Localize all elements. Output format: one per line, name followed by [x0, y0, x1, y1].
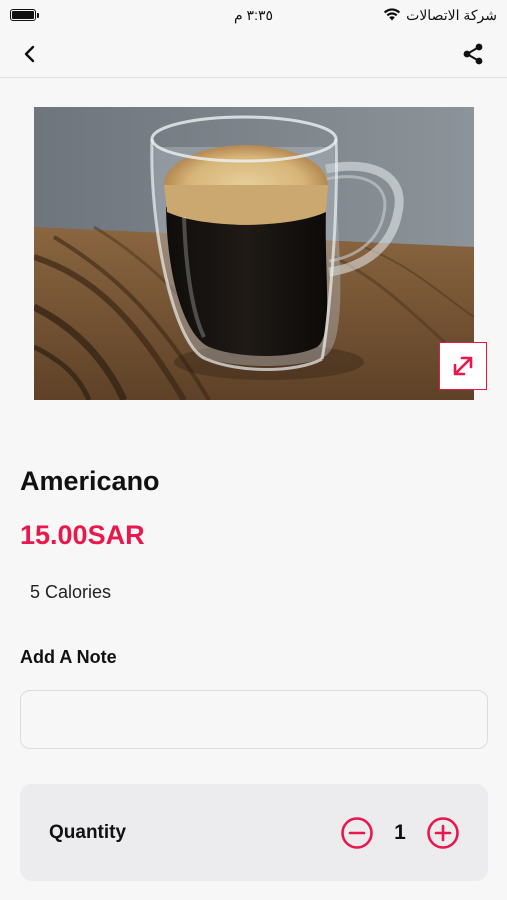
plus-circle-icon: [427, 817, 459, 849]
quantity-decrease-button[interactable]: [340, 816, 374, 850]
wifi-icon: [383, 7, 401, 24]
carrier-info: شركة الاتصالات: [383, 7, 497, 24]
note-label: Add A Note: [20, 647, 117, 667]
battery-indicator: [10, 9, 39, 21]
quantity-card: Quantity 1: [20, 784, 488, 881]
share-button[interactable]: [457, 38, 489, 70]
battery-icon: [10, 9, 39, 21]
product-name: Americano: [20, 466, 160, 496]
quantity-label: Quantity: [49, 822, 127, 843]
quantity-value: 1: [394, 821, 406, 844]
product-image: [34, 107, 474, 400]
expand-image-button[interactable]: [439, 342, 487, 390]
quantity-increase-button[interactable]: [426, 816, 460, 850]
share-icon: [463, 43, 483, 65]
minus-circle-icon: [341, 817, 373, 849]
back-button[interactable]: [16, 40, 44, 68]
note-input[interactable]: [20, 690, 488, 749]
chevron-left-icon: [24, 45, 35, 63]
status-bar: ٣:٣٥ م شركة الاتصالات: [0, 0, 507, 30]
expand-arrows-icon: [453, 356, 473, 376]
carrier-name: شركة الاتصالات: [406, 6, 497, 23]
product-calories: 5 Calories: [30, 582, 112, 602]
status-time: ٣:٣٥ م: [233, 6, 274, 23]
product-price: 15.00SAR: [20, 520, 145, 550]
navigation-bar: [0, 30, 507, 78]
